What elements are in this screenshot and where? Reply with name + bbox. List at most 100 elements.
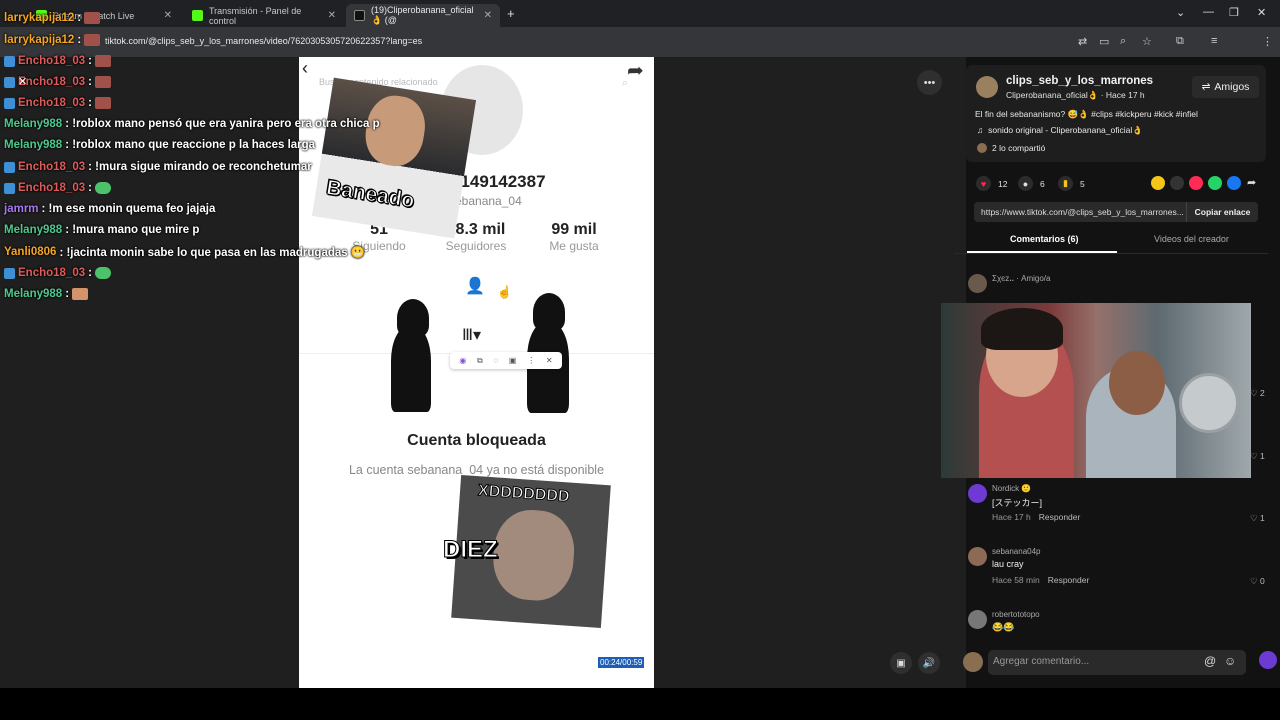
reply-link[interactable]: Responder [1039, 512, 1081, 522]
extensions-icon[interactable]: ⧉ [1176, 35, 1184, 48]
translate-icon[interactable]: ⇄ [1078, 35, 1087, 48]
chat-username[interactable]: Yanli0806 [4, 246, 56, 258]
close-window-icon[interactable]: ✕ [1257, 6, 1266, 19]
sticker-face [490, 507, 577, 603]
chat-text: : [88, 182, 92, 194]
cast-icon[interactable]: ▭ [1099, 35, 1109, 48]
sub-badge-icon [4, 267, 15, 279]
menu-icon[interactable]: ⋮ [1262, 35, 1273, 48]
minimize-icon[interactable]: — [1203, 6, 1214, 18]
new-tab-button[interactable]: + [507, 6, 515, 21]
diez-label: DIEZ [443, 536, 499, 564]
whatsapp-icon[interactable] [1208, 176, 1222, 190]
chat-message: larrykapija12: [4, 12, 101, 24]
close-icon[interactable]: ✕ [546, 356, 553, 365]
save-icon[interactable]: ▣ [509, 356, 517, 365]
commenter-name[interactable]: sebanana04p [992, 547, 1041, 556]
comment-action[interactable]: ● 6 [1018, 176, 1045, 191]
chat-emote-icon [94, 182, 111, 194]
more-icon[interactable]: ⋮ [527, 356, 535, 365]
coin-icon[interactable] [1151, 176, 1165, 190]
more-options-button[interactable]: ••• [917, 70, 942, 95]
facebook-icon[interactable] [1227, 176, 1241, 190]
comment-icon[interactable]: ◌ [493, 356, 498, 365]
comment-like[interactable]: ♡ 1 [1250, 513, 1278, 524]
bookmark-icon: ▮ [1058, 176, 1073, 191]
comment-like[interactable]: ♡ 1 [1250, 451, 1278, 462]
bookmark-star-icon[interactable]: ☆ [1142, 35, 1152, 48]
ai-icon[interactable]: ◉ [459, 356, 466, 365]
chat-text: : [88, 97, 92, 109]
commenter-name[interactable]: Σχєzꓸꓸ · Amigo/a [992, 274, 1050, 283]
author-avatar[interactable] [976, 76, 998, 98]
chat-text: : !mura mano que mire p [65, 224, 200, 236]
chat-message: Melany988: !roblox mano pensó que era ya… [4, 118, 380, 130]
chat-text: : [88, 55, 92, 67]
chat-username[interactable]: Encho18_03 [18, 182, 85, 194]
link-field[interactable]: https://www.tiktok.com/@clips_seb_y_los_… [974, 202, 1186, 222]
share-more-icon[interactable]: ➦ [1247, 176, 1256, 189]
send-icon[interactable] [1189, 176, 1203, 190]
comment-time: Hace 58 min [992, 575, 1040, 585]
chat-username[interactable]: Melany988 [4, 118, 62, 130]
chat-username[interactable]: Melany988 [4, 139, 62, 151]
commenter-name[interactable]: robertototopo [992, 610, 1040, 619]
reply-link[interactable]: Responder [1048, 575, 1090, 585]
chat-emote-icon [84, 34, 101, 46]
tab-comments[interactable]: Comentarios (6) [1010, 234, 1079, 244]
blocked-title: Cuenta bloqueada [407, 432, 546, 449]
stat-label: Me gusta [549, 239, 599, 253]
commenter-avatar[interactable] [968, 610, 987, 629]
share-arrow-icon[interactable]: ➦ [627, 58, 644, 83]
chat-username[interactable]: larrykapija12 [4, 34, 74, 46]
embed-icon[interactable] [1170, 176, 1184, 190]
commenter-avatar[interactable] [968, 274, 987, 293]
user-settings-icon: 👤 [465, 278, 485, 295]
screen: Stream - Watch Live ✕ Transmisión - Pane… [0, 0, 1280, 720]
zoom-icon[interactable]: ⌕ [1120, 35, 1126, 48]
copy-icon[interactable]: ⧉ [477, 356, 483, 366]
chat-username[interactable]: Encho18_03 [18, 267, 85, 279]
chat-message: jamrm: !m ese monin quema feo jajaja [4, 203, 215, 215]
media-icon[interactable]: ≡ [1211, 35, 1217, 47]
chat-username[interactable]: Encho18_03 [18, 55, 85, 67]
chat-username[interactable]: Encho18_03 [18, 76, 85, 88]
commenter-avatar[interactable] [968, 484, 987, 503]
save-action[interactable]: ▮ 5 [1058, 176, 1085, 191]
mention-icon[interactable]: @ [1204, 654, 1216, 668]
author-name[interactable]: clips_seb_y_los_marrones [1006, 75, 1153, 87]
extension-bubble-icon[interactable] [1259, 651, 1277, 669]
own-avatar [963, 652, 983, 672]
tab-creator-videos[interactable]: Videos del creador [1154, 234, 1229, 244]
sub-badge-icon [4, 97, 15, 109]
close-tab-icon[interactable]: ✕ [484, 10, 492, 21]
chat-text: : !roblox mano pensó que era yanira pero… [65, 118, 380, 130]
commenter-avatar[interactable] [968, 547, 987, 566]
chat-username[interactable]: Melany988 [4, 224, 62, 236]
comment-like[interactable]: ♡ 0 [1250, 576, 1278, 587]
chat-text: : !roblox mano que reaccione p la haces … [65, 139, 316, 151]
chat-username[interactable]: jamrm [4, 203, 39, 215]
comment-bubble-icon: ● [1018, 176, 1033, 191]
sound-label[interactable]: ♫ sonido original - Cliperobanana_oficia… [977, 125, 1143, 136]
chat-username[interactable]: larrykapija12 [4, 12, 74, 24]
restore-icon[interactable]: ❐ [1229, 6, 1239, 19]
close-x-icon[interactable]: ✕ [18, 75, 27, 88]
chat-username[interactable]: Melany988 [4, 288, 62, 300]
pip-button[interactable]: ▣ [890, 652, 912, 674]
floating-toolbar: ◉ ⧉ ◌ ▣ ⋮ ✕ [450, 352, 562, 369]
volume-button[interactable]: 🔊 [918, 652, 940, 674]
chat-message: Encho18_03: [4, 55, 111, 67]
chat-text: : !mura sigue mirando oe reconchetumar [88, 161, 312, 173]
commenter-name[interactable]: Nordick 🙂 [992, 484, 1031, 493]
chat-text: : [88, 267, 92, 279]
tab-search-icon[interactable]: ⌄ [1176, 6, 1185, 19]
friends-button[interactable]: ⇌ Amigos [1192, 76, 1259, 98]
chat-username[interactable]: Encho18_03 [18, 97, 85, 109]
emoji-icon[interactable]: ☺ [1224, 654, 1236, 668]
like-action[interactable]: ♥ 12 [976, 176, 1007, 191]
comment-like-count: 0 [1259, 576, 1265, 586]
copy-link-button[interactable]: Copiar enlace [1186, 202, 1258, 222]
comment-like[interactable]: ♡ 2 [1250, 388, 1278, 399]
chat-username[interactable]: Encho18_03 [18, 161, 85, 173]
